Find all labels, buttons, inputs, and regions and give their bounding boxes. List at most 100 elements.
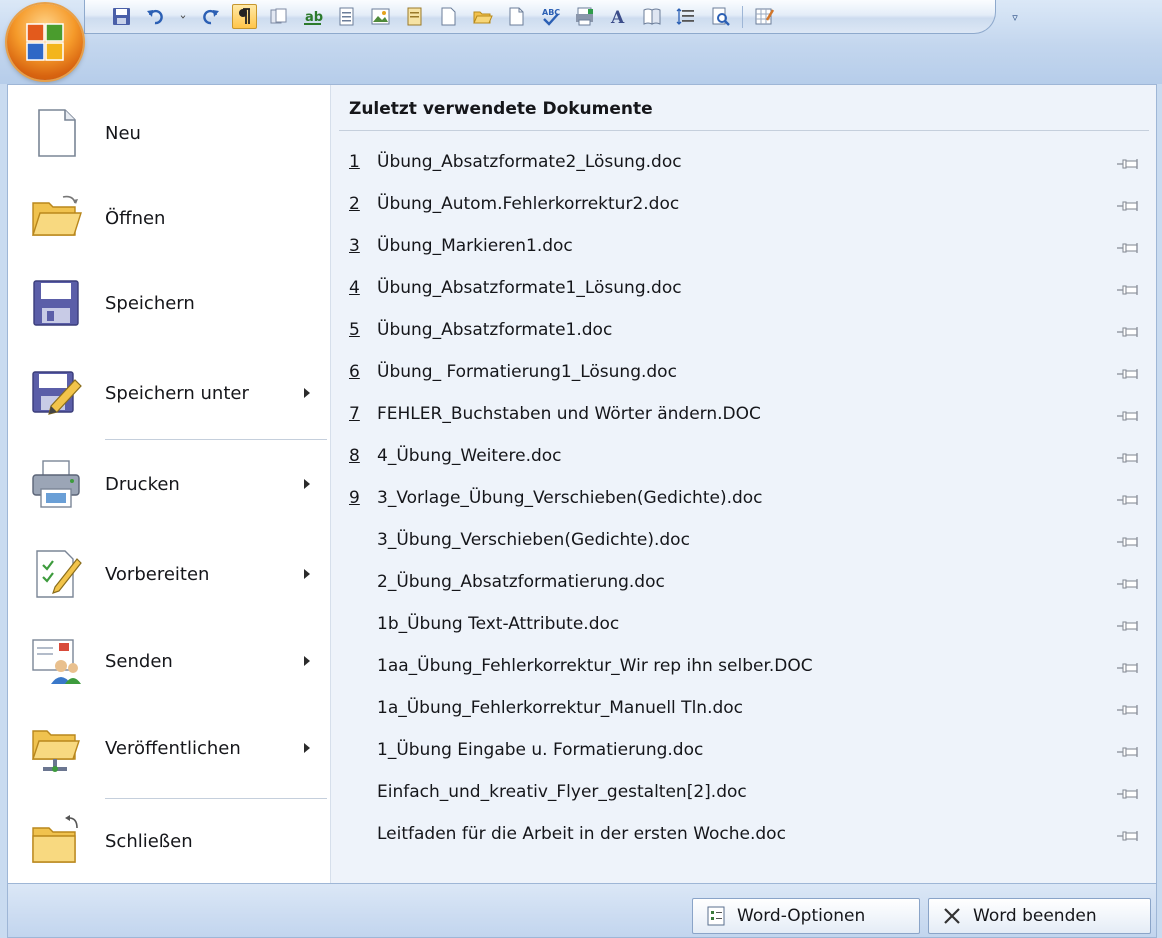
recent-document-name: Leitfaden für die Arbeit in der ersten W… — [377, 824, 786, 844]
print-layout-button[interactable] — [572, 4, 597, 29]
copy-format-button[interactable] — [266, 4, 291, 29]
menu-item-publish-folder[interactable]: Veröffentlichen — [8, 708, 330, 788]
pin-icon[interactable] — [1117, 785, 1139, 799]
menu-item-label: Speichern unter — [105, 382, 249, 404]
print-preview-button[interactable] — [708, 4, 733, 29]
font-a-button[interactable]: A — [606, 4, 631, 29]
pin-icon[interactable] — [1117, 365, 1139, 379]
office-menu: Neu Öffnen Speichern Speichern unter Drucken… — [7, 84, 1157, 884]
recent-document-item[interactable]: 1 Übung_Absatzformate2_Lösung.doc — [331, 141, 1157, 183]
pin-icon[interactable] — [1117, 239, 1139, 253]
menu-item-close-folder[interactable]: Schließen — [8, 801, 330, 881]
recent-document-name: Übung_ Formatierung1_Lösung.doc — [377, 362, 677, 382]
book-button[interactable] — [640, 4, 665, 29]
line-spacing-button[interactable] — [674, 4, 699, 29]
pin-icon[interactable] — [1117, 575, 1139, 589]
pilcrow-button[interactable] — [232, 4, 257, 29]
page-list-button[interactable] — [402, 4, 427, 29]
pin-icon[interactable] — [1117, 407, 1139, 421]
menu-item-send-people[interactable]: Senden — [8, 621, 330, 701]
pin-icon[interactable] — [1117, 155, 1139, 169]
recent-document-number: 9 — [349, 488, 360, 508]
recent-document-item[interactable]: 1aa_Übung_Fehlerkorrektur_Wir rep ihn se… — [331, 645, 1157, 687]
open-folder-icon — [473, 11, 493, 24]
word-options-button[interactable]: Word-Optionen — [692, 898, 920, 934]
recent-document-name: Übung_Absatzformate1_Lösung.doc — [377, 278, 682, 298]
pin-icon[interactable] — [1117, 533, 1139, 547]
options-icon — [705, 905, 727, 927]
menu-item-save-disk[interactable]: Speichern — [8, 263, 330, 343]
page-list-icon — [407, 7, 422, 26]
pin-icon[interactable] — [1117, 659, 1139, 673]
new-page-icon — [441, 7, 456, 26]
redo-button[interactable] — [198, 4, 223, 29]
document-view-button[interactable] — [334, 4, 359, 29]
close-x-icon — [941, 905, 963, 927]
picture-icon — [371, 8, 390, 25]
recent-document-number: 2 — [349, 194, 360, 214]
recent-document-item[interactable]: 7 FEHLER_Buchstaben und Wörter ändern.DOC — [331, 393, 1157, 435]
edit-table-button[interactable] — [752, 4, 777, 29]
office-button[interactable] — [7, 4, 83, 80]
recent-documents-panel: Zuletzt verwendete Dokumente 1 Übung_Absa… — [330, 85, 1156, 883]
open-folder-button[interactable] — [470, 4, 495, 29]
recent-document-number: 8 — [349, 446, 360, 466]
pin-icon[interactable] — [1117, 827, 1139, 841]
spelling-check-button[interactable]: ABC — [538, 4, 563, 29]
menu-item-label: Drucken — [105, 473, 180, 495]
customize-toolbar-icon[interactable]: ▿ — [1008, 7, 1022, 27]
prepare-document-icon — [28, 546, 84, 602]
recent-document-item[interactable]: Leitfaden für die Arbeit in der ersten W… — [331, 813, 1157, 855]
pin-icon[interactable] — [1117, 491, 1139, 505]
recent-document-item[interactable]: 6 Übung_ Formatierung1_Lösung.doc — [331, 351, 1157, 393]
pin-icon[interactable] — [1117, 617, 1139, 631]
recent-document-item[interactable]: 9 3_Vorlage_Übung_Verschieben(Gedichte).d… — [331, 477, 1157, 519]
recent-document-item[interactable]: 4 Übung_Absatzformate1_Lösung.doc — [331, 267, 1157, 309]
recent-document-item[interactable]: 8 4_Übung_Weitere.doc — [331, 435, 1157, 477]
recent-document-item[interactable]: 2_Übung_Absatzformatierung.doc — [331, 561, 1157, 603]
recent-document-name: 3_Vorlage_Übung_Verschieben(Gedichte).do… — [377, 488, 763, 508]
new-document-icon — [509, 7, 524, 26]
recent-document-name: Übung_Markieren1.doc — [377, 236, 573, 256]
pin-icon[interactable] — [1117, 323, 1139, 337]
recent-document-item[interactable]: 1_Übung Eingabe u. Formatierung.doc — [331, 729, 1157, 771]
text-highlight-icon: ab — [304, 10, 323, 25]
recent-document-name: 4_Übung_Weitere.doc — [377, 446, 562, 466]
recent-document-number: 3 — [349, 236, 360, 256]
undo-dropdown-button[interactable] — [177, 4, 189, 29]
menu-item-new-document[interactable]: Neu — [8, 93, 330, 173]
spelling-check-icon: ABC — [542, 8, 560, 26]
menu-item-open-folder[interactable]: Öffnen — [8, 178, 330, 258]
recent-document-item[interactable]: Einfach_und_kreativ_Flyer_gestalten[2].d… — [331, 771, 1157, 813]
recent-document-item[interactable]: 1b_Übung Text-Attribute.doc — [331, 603, 1157, 645]
menu-item-printer[interactable]: Drucken — [8, 444, 330, 524]
recent-document-item[interactable]: 3 Übung_Markieren1.doc — [331, 225, 1157, 267]
menu-item-label: Schließen — [105, 830, 193, 852]
pin-icon[interactable] — [1117, 743, 1139, 757]
undo-dropdown-icon — [180, 15, 186, 19]
publish-folder-icon — [28, 720, 84, 776]
recent-document-item[interactable]: 5 Übung_Absatzformate1.doc — [331, 309, 1157, 351]
menu-item-prepare-document[interactable]: Vorbereiten — [8, 534, 330, 614]
text-highlight-button[interactable]: ab — [300, 4, 325, 29]
recent-document-item[interactable]: 3_Übung_Verschieben(Gedichte).doc — [331, 519, 1157, 561]
word-exit-button[interactable]: Word beenden — [928, 898, 1151, 934]
edit-table-icon — [755, 8, 775, 25]
undo-button[interactable] — [143, 4, 168, 29]
pin-icon[interactable] — [1117, 449, 1139, 463]
recent-document-item[interactable]: 2 Übung_Autom.Fehlerkorrektur2.doc — [331, 183, 1157, 225]
save-button[interactable] — [109, 4, 134, 29]
recent-document-item[interactable]: 1a_Übung_Fehlerkorrektur_Manuell Tln.doc — [331, 687, 1157, 729]
pin-icon[interactable] — [1117, 281, 1139, 295]
pin-icon[interactable] — [1117, 701, 1139, 715]
recent-document-number: 4 — [349, 278, 360, 298]
menu-item-save-as[interactable]: Speichern unter — [8, 353, 330, 433]
picture-button[interactable] — [368, 4, 393, 29]
pin-icon[interactable] — [1117, 197, 1139, 211]
submenu-arrow-icon — [304, 656, 310, 666]
recent-document-name: 1aa_Übung_Fehlerkorrektur_Wir rep ihn se… — [377, 656, 813, 676]
new-document-button[interactable] — [504, 4, 529, 29]
save-disk-icon — [28, 275, 84, 331]
word-exit-label: Word beenden — [973, 906, 1097, 926]
new-page-button[interactable] — [436, 4, 461, 29]
